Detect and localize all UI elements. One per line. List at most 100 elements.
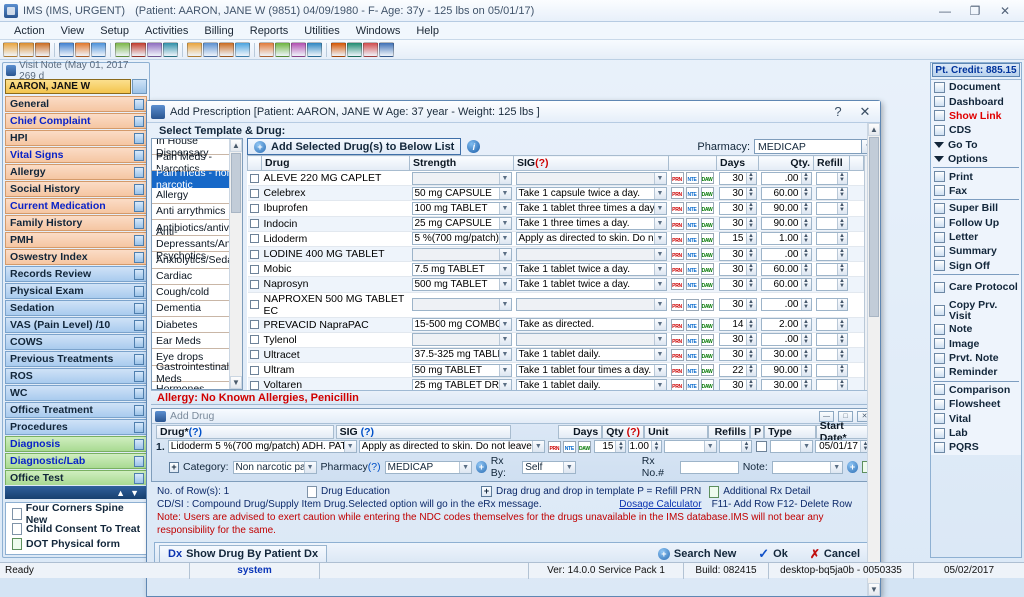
days-stepper[interactable]: ▲ ▼ (745, 187, 756, 199)
daw-icon[interactable]: DAW (700, 333, 714, 346)
refill-cell[interactable]: ▲ ▼ (813, 231, 850, 247)
prn-icon[interactable]: PRN (670, 187, 684, 200)
section-note-icon[interactable] (134, 336, 144, 348)
qty-cell[interactable]: 90.00 ▲ ▼ (758, 200, 814, 217)
sidebar-item-diagnostic-lab[interactable]: Diagnostic/Lab (5, 453, 147, 469)
daw-icon[interactable]: DAW (700, 278, 714, 291)
days-cell[interactable]: 30 ▲ ▼ (716, 261, 759, 278)
refill-cell[interactable]: ▲ ▼ (813, 185, 850, 202)
section-note-icon[interactable] (134, 387, 144, 399)
daw-icon[interactable]: DAW (700, 348, 714, 361)
toolbar-icon-2[interactable] (19, 42, 34, 57)
row-flags-cell[interactable]: PRN NTE DAW (668, 216, 717, 232)
daw-icon[interactable]: DAW (700, 364, 714, 377)
qty-stepper[interactable]: ▲ ▼ (800, 187, 811, 199)
toolbar-icon-17[interactable] (291, 42, 306, 57)
sidebar-action-care-protocol[interactable]: Care Protocol (931, 276, 1021, 299)
sidebar-item-current-medication[interactable]: Current Medication (5, 198, 147, 214)
sidebar-action-follow-up[interactable]: Follow Up (931, 216, 1021, 230)
qty-cell[interactable]: .00 ▲ ▼ (758, 170, 814, 187)
nav-scroll-controls[interactable]: ▲ ▼ (5, 486, 147, 499)
sidebar-action-vital[interactable]: Vital (931, 411, 1021, 425)
nav-scroll-down-icon[interactable]: ▼ (130, 488, 139, 498)
strength-dropdown-icon[interactable]: ▼ (498, 334, 511, 346)
daw-icon[interactable]: DAW (700, 263, 714, 276)
sidebar-action-sign-off[interactable]: Sign Off (931, 259, 1021, 273)
sig-dropdown-icon[interactable]: ▼ (653, 364, 666, 376)
sig-dropdown-icon[interactable]: ▼ (653, 278, 666, 290)
strength-dropdown-icon[interactable]: ▼ (498, 299, 511, 310)
strength-cell[interactable]: ▼ (409, 332, 514, 348)
sidebar-item-previous-treatments[interactable]: Previous Treatments (5, 351, 147, 367)
strength-dropdown-icon[interactable]: ▼ (498, 278, 511, 290)
days-stepper[interactable]: ▲ ▼ (745, 349, 756, 361)
sig-dropdown-icon[interactable]: ▼ (653, 299, 666, 310)
note-input[interactable]: ▼ (771, 460, 844, 474)
nte-icon[interactable]: NTE (685, 333, 699, 346)
cancel-button[interactable]: ✗ Cancel (802, 545, 868, 563)
prn-icon[interactable]: PRN (670, 298, 684, 311)
toolbar-icon-3[interactable] (35, 42, 50, 57)
sidebar-action-reminder[interactable]: Reminder (931, 365, 1021, 379)
row-flags-cell[interactable]: PRN NTE DAW (668, 332, 717, 348)
dialog-scrollbar[interactable]: ▲ ▼ (867, 123, 880, 596)
dialog-close-button[interactable]: ✕ (854, 104, 876, 120)
sidebar-item-family-history[interactable]: Family History (5, 215, 147, 231)
days-stepper[interactable]: ▲ ▼ (745, 248, 756, 260)
row-checkbox-cell[interactable] (247, 231, 262, 247)
qty-cell[interactable]: 90.00 ▲ ▼ (758, 362, 814, 379)
nte-icon[interactable]: NTE (685, 278, 699, 291)
section-note-icon[interactable] (134, 98, 144, 110)
qty-cell[interactable]: 90.00 ▲ ▼ (758, 216, 814, 232)
strength-cell[interactable]: 37.5-325 mg TABLE ▼ (409, 347, 514, 364)
qty-stepper[interactable]: ▲ ▼ (800, 299, 811, 310)
table-row[interactable]: Ultracet 37.5-325 mg TABLE ▼ Take 1 tablet … (247, 347, 864, 364)
type-input[interactable]: ▼ (770, 440, 814, 453)
days-cell[interactable]: 30 ▲ ▼ (716, 216, 759, 232)
unit-dropdown-icon[interactable]: ▼ (703, 441, 716, 452)
days-column-header[interactable]: Days (716, 155, 759, 171)
table-row[interactable]: PREVACID NapraPAC 15-500 mg COMBO. ▼ Take a… (247, 317, 864, 333)
note-dropdown-icon[interactable]: ▼ (830, 461, 843, 473)
menu-item-billing[interactable]: Billing (196, 25, 241, 37)
toolbar-icon-12[interactable] (203, 42, 218, 57)
sig-dropdown-icon[interactable]: ▼ (653, 202, 666, 214)
strength-dropdown-icon[interactable]: ▼ (498, 218, 511, 230)
strength-cell[interactable]: 100 mg TABLET ▼ (409, 200, 514, 217)
qty-stepper[interactable]: ▲ ▼ (650, 441, 661, 452)
pharmacy-input[interactable]: MEDICAP (754, 139, 862, 154)
add-selected-drugs-button[interactable]: + Add Selected Drug(s) to Below List (247, 138, 462, 155)
patient-name-field[interactable]: AARON, JANE W (5, 79, 131, 94)
section-note-icon[interactable] (134, 166, 144, 178)
sig-cell[interactable]: ▼ (513, 292, 669, 318)
strength-dropdown-icon[interactable]: ▼ (498, 364, 511, 376)
sidebar-item-social-history[interactable]: Social History (5, 181, 147, 197)
toolbar-icon-14[interactable] (235, 42, 250, 57)
qty-stepper[interactable]: ▲ ▼ (800, 202, 811, 214)
row-checkbox[interactable] (249, 279, 259, 289)
category-input[interactable]: Non narcotic pa ▼ (232, 460, 317, 474)
section-note-icon[interactable] (134, 353, 144, 365)
qty-stepper[interactable]: ▲ ▼ (800, 248, 811, 260)
sidebar-action-letter[interactable]: Letter (931, 230, 1021, 244)
row-checkbox-cell[interactable] (247, 347, 262, 364)
nte-icon[interactable]: NTE (562, 440, 576, 453)
maximize-button[interactable]: ❐ (960, 2, 990, 20)
row-checkbox[interactable] (249, 365, 259, 375)
sig-cell[interactable]: Take 1 tablet daily. ▼ (513, 347, 669, 364)
days-cell[interactable]: 30 ▲ ▼ (716, 332, 759, 348)
section-note-icon[interactable] (134, 421, 144, 433)
prn-icon[interactable]: PRN (670, 232, 684, 245)
sidebar-item-diagnosis[interactable]: Diagnosis (5, 436, 147, 452)
sig-input[interactable]: Apply as directed to skin. Do not leave ▼ (358, 440, 545, 453)
sig-cell[interactable]: ▼ (513, 246, 669, 263)
toolbar-icon-13[interactable] (219, 42, 234, 57)
sidebar-item-procedures[interactable]: Procedures (5, 419, 147, 435)
sidebar-item-office-treatment[interactable]: Office Treatment (5, 402, 147, 418)
row-checkbox-cell[interactable] (247, 200, 262, 217)
row-flags-cell[interactable]: PRN NTE DAW (668, 347, 717, 364)
daw-icon[interactable]: DAW (700, 298, 714, 311)
toolbar-icon-9[interactable] (147, 42, 162, 57)
sidebar-action-image[interactable]: Image (931, 336, 1021, 350)
row-checkbox[interactable] (249, 380, 259, 390)
